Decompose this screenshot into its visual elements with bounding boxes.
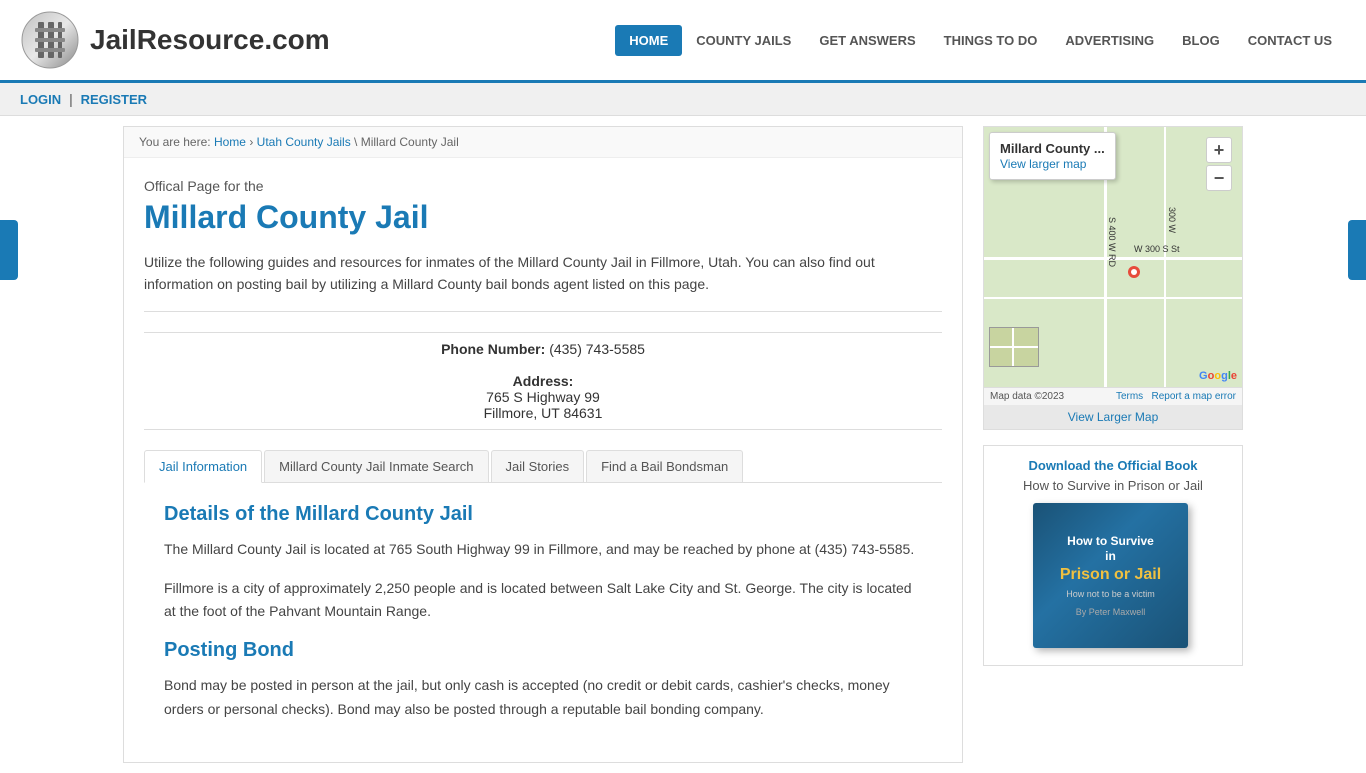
book-sub: How not to be a victim	[1066, 589, 1155, 599]
map-terms-link[interactable]: Terms	[1116, 391, 1143, 402]
nav-get-answers[interactable]: GET ANSWERS	[805, 25, 929, 56]
map-thumbnail	[989, 327, 1039, 367]
tab-inmate-search[interactable]: Millard County Jail Inmate Search	[264, 450, 488, 482]
breadcrumb-prefix: You are here:	[139, 135, 211, 149]
map-popup-link[interactable]: View larger map	[1000, 157, 1086, 171]
map-controls: + −	[1206, 137, 1232, 191]
nav-advertising[interactable]: ADVERTISING	[1051, 25, 1168, 56]
page-title: Millard County Jail	[144, 199, 942, 236]
nav-county-jails[interactable]: COUNTY JAILS	[682, 25, 805, 56]
page-content: Offical Page for the Millard County Jail…	[124, 158, 962, 762]
svg-text:300 W: 300 W	[1167, 207, 1177, 234]
login-separator: |	[69, 91, 73, 107]
breadcrumb-home[interactable]: Home	[214, 135, 246, 149]
book-author: By Peter Maxwell	[1076, 607, 1146, 617]
svg-text:S 400 W RD: S 400 W RD	[1107, 217, 1117, 268]
blue-bar-right	[1348, 220, 1366, 280]
blue-bar-left	[0, 220, 18, 280]
main-container: You are here: Home › Utah County Jails \…	[103, 116, 1263, 773]
nav-blog[interactable]: BLOG	[1168, 25, 1234, 56]
sidebar: Millard County ... View larger map S 400…	[983, 126, 1243, 763]
map-data-text: Map data ©2023	[990, 391, 1064, 402]
google-logo: Google	[1199, 370, 1237, 382]
map-report-link[interactable]: Report a map error	[1152, 391, 1236, 402]
official-label: Offical Page for the	[144, 178, 942, 194]
posting-bond-title: Posting Bond	[164, 639, 922, 662]
book-subtitle-text: How to Survive in Prison or Jail	[996, 478, 1230, 493]
tab-jail-information[interactable]: Jail Information	[144, 450, 262, 483]
book-area: Download the Official Book How to Surviv…	[983, 445, 1243, 666]
register-link[interactable]: REGISTER	[81, 92, 147, 107]
phone-label: Phone Number:	[441, 341, 545, 357]
login-link[interactable]: LOGIN	[20, 92, 61, 107]
book-title-big: Prison or Jail	[1060, 565, 1161, 584]
login-bar: LOGIN | REGISTER	[0, 83, 1366, 116]
svg-text:W 300 S St: W 300 S St	[1134, 244, 1180, 254]
tab-content: Details of the Millard County Jail The M…	[144, 483, 942, 742]
nav-things-to-do[interactable]: THINGS TO DO	[930, 25, 1052, 56]
map-zoom-out[interactable]: −	[1206, 165, 1232, 191]
tab-find-bail-bondsman[interactable]: Find a Bail Bondsman	[586, 450, 743, 482]
map-popup-title: Millard County ...	[1000, 141, 1105, 156]
content-area: You are here: Home › Utah County Jails \…	[123, 126, 963, 763]
map-zoom-in[interactable]: +	[1206, 137, 1232, 163]
tabs: Jail Information Millard County Jail Inm…	[144, 450, 942, 483]
info-table: Phone Number: (435) 743-5585 Address: 76…	[144, 332, 942, 430]
book-cover: How to Survive in Prison or Jail How not…	[1033, 503, 1193, 653]
logo-icon	[20, 10, 80, 70]
nav-home[interactable]: HOME	[615, 25, 682, 56]
posting-bond-body: Bond may be posted in person at the jail…	[164, 674, 922, 722]
map-info-bar: Map data ©2023 Terms Report a map error	[984, 387, 1242, 405]
main-nav: HOME COUNTY JAILS GET ANSWERS THINGS TO …	[615, 25, 1346, 56]
breadcrumb: You are here: Home › Utah County Jails \…	[124, 127, 962, 158]
book-cover-visual: How to Survive in Prison or Jail How not…	[1033, 503, 1188, 648]
view-larger-map-area: View Larger Map	[984, 405, 1242, 429]
address-label: Address:	[513, 373, 574, 389]
book-title-line2: in	[1105, 549, 1116, 565]
address-line1: 765 S Highway 99	[486, 389, 600, 405]
map-area: Millard County ... View larger map S 400…	[983, 126, 1243, 430]
nav-contact-us[interactable]: CONTACT US	[1234, 25, 1346, 56]
section-body2: Fillmore is a city of approximately 2,25…	[164, 577, 922, 625]
breadcrumb-current: Millard County Jail	[361, 135, 459, 149]
page-description: Utilize the following guides and resourc…	[144, 251, 942, 312]
view-larger-map-link[interactable]: View Larger Map	[1068, 410, 1159, 424]
book-title-line1: How to Survive	[1067, 534, 1154, 550]
tab-jail-stories[interactable]: Jail Stories	[491, 450, 585, 482]
section-title: Details of the Millard County Jail	[164, 503, 922, 526]
address-line2: Fillmore, UT 84631	[484, 405, 603, 421]
section-body: The Millard County Jail is located at 76…	[164, 538, 922, 562]
book-download-link[interactable]: Download the Official Book	[996, 458, 1230, 473]
site-title: JailResource.com	[90, 24, 330, 56]
header: JailResource.com HOME COUNTY JAILS GET A…	[0, 0, 1366, 83]
breadcrumb-parent[interactable]: Utah County Jails	[257, 135, 351, 149]
logo-area: JailResource.com	[20, 10, 330, 70]
map-popup: Millard County ... View larger map	[989, 132, 1116, 180]
phone-value: (435) 743-5585	[549, 341, 645, 357]
